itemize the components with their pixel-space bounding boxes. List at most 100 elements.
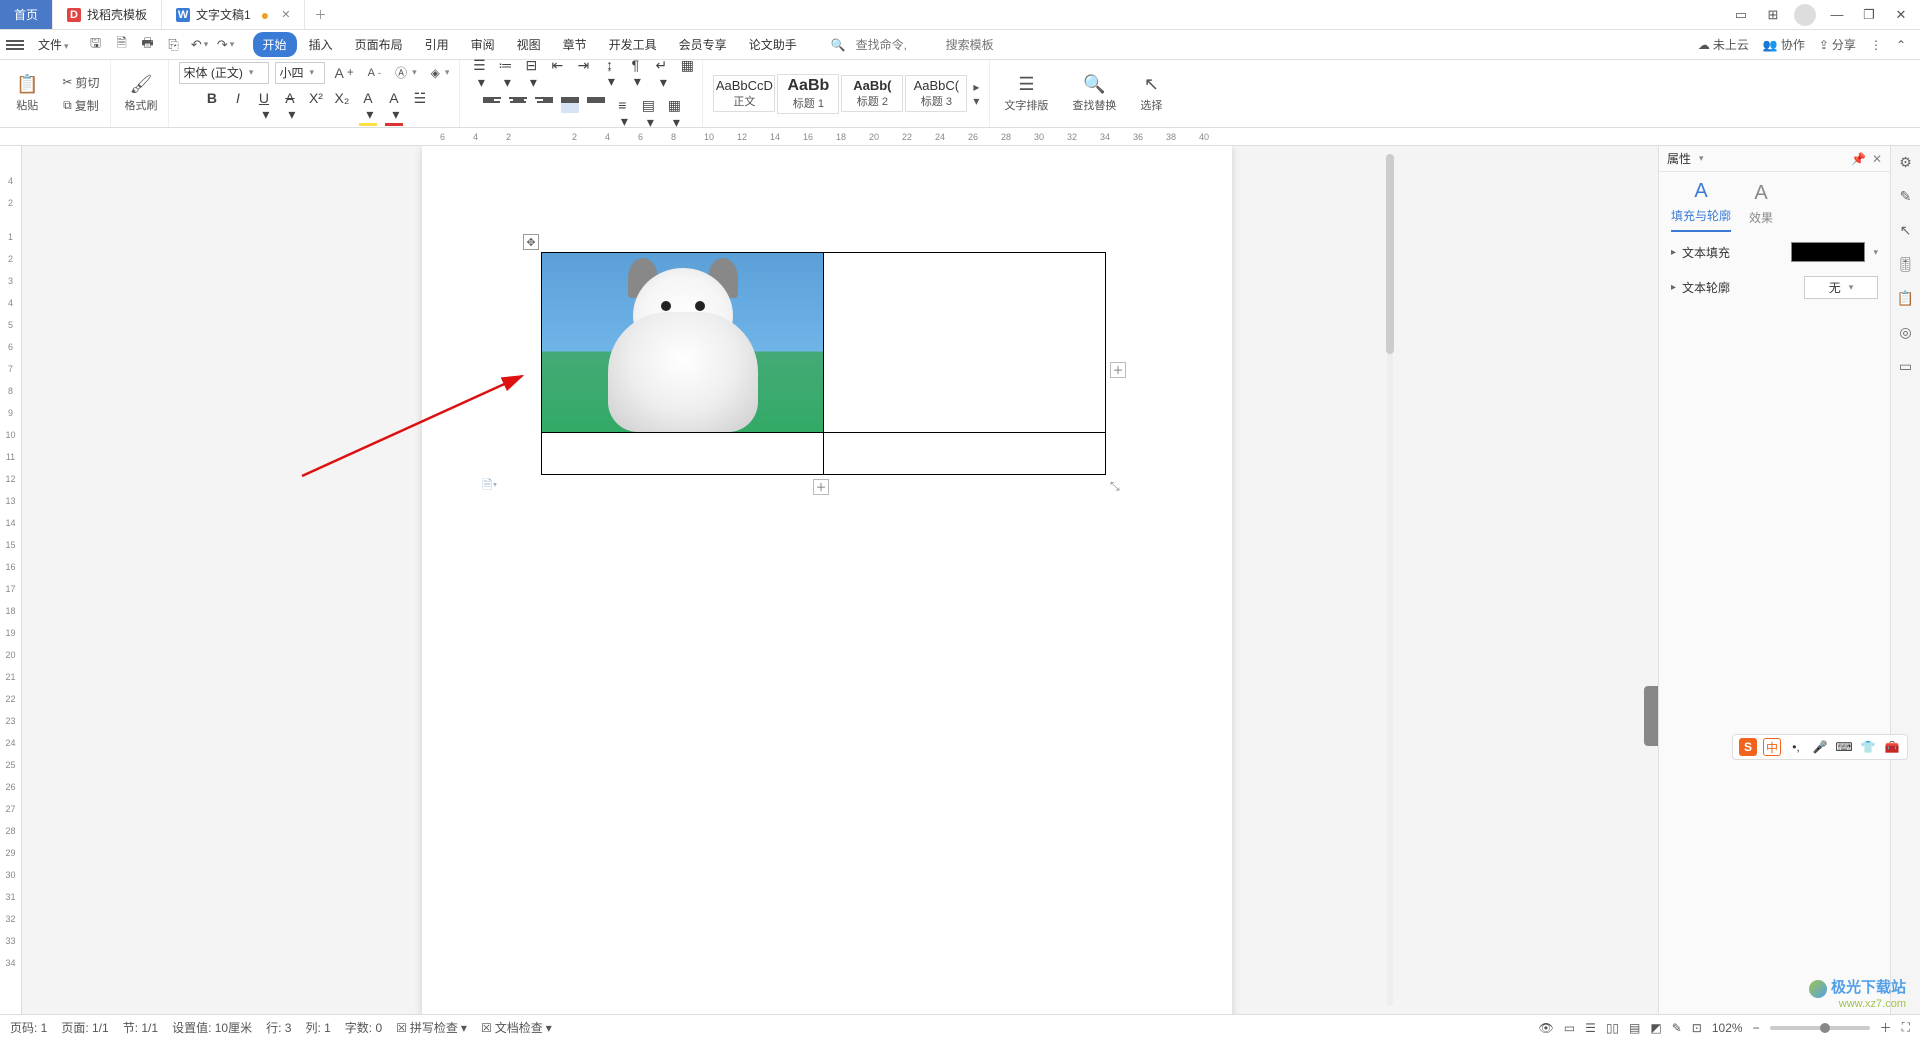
select-cursor-icon[interactable]: ↖	[1896, 220, 1916, 240]
redo-icon[interactable]: ↷▾	[217, 36, 235, 54]
phonetic-button[interactable]: ☱	[411, 90, 429, 126]
font-size-select[interactable]: 小四▾	[275, 62, 325, 84]
view-read-icon[interactable]: ▯▯	[1606, 1021, 1619, 1035]
status-col[interactable]: 列: 1	[305, 1019, 330, 1036]
show-marks-button[interactable]: ↵▾	[652, 57, 670, 91]
align-justify-button[interactable]	[561, 97, 579, 113]
ime-voice-icon[interactable]: 🎤	[1811, 738, 1829, 756]
share-button[interactable]: ⇪分享	[1819, 36, 1856, 53]
clear-format-button[interactable]: ◈▾	[427, 64, 454, 82]
minimize-button[interactable]: —	[1826, 4, 1848, 26]
multilevel-button[interactable]: ⊟▾	[522, 57, 540, 91]
settings-slider-icon[interactable]: ⚙	[1896, 152, 1916, 172]
status-indent[interactable]: 设置值: 10厘米	[172, 1019, 252, 1036]
sort-button[interactable]: ↨▾	[600, 57, 618, 91]
text-highlight-button[interactable]: A▾	[359, 90, 377, 126]
ruler-vertical[interactable]: 4212345678910111213141516171819202122232…	[0, 146, 22, 1014]
decrease-indent-button[interactable]: ⇤	[548, 57, 566, 91]
table-move-handle[interactable]: ✥	[523, 234, 539, 250]
ribbon-tab-review[interactable]: 审阅	[461, 32, 505, 57]
ruler-horizontal[interactable]: 642246810121416182022242628303234363840	[0, 128, 1920, 146]
text-outline-row[interactable]: ▸ 文本轮廓 无▾	[1671, 276, 1878, 299]
style-heading3[interactable]: AaBbC(标题 3	[905, 75, 967, 112]
italic-button[interactable]: I	[229, 90, 247, 126]
ribbon-tab-member[interactable]: 会员专享	[669, 32, 737, 57]
file-menu[interactable]: 文件▾	[32, 34, 75, 55]
zoom-slider[interactable]	[1770, 1026, 1870, 1030]
line-spacing-button[interactable]: ≡▾	[613, 97, 631, 131]
chevron-down-icon[interactable]: ▾	[1699, 153, 1704, 164]
panel-tab-effect[interactable]: A效果	[1749, 182, 1773, 232]
view-web-icon[interactable]: ▤	[1629, 1021, 1640, 1035]
close-window-button[interactable]: ✕	[1890, 4, 1912, 26]
ime-toolbox-icon[interactable]: 🧰	[1883, 738, 1901, 756]
cloud-status[interactable]: ☁未上云	[1698, 36, 1749, 53]
zoom-out-button[interactable]: −	[1753, 1021, 1760, 1035]
ribbon-tab-thesis[interactable]: 论文助手	[739, 32, 807, 57]
page-options-icon[interactable]: 🗎▾	[482, 476, 497, 498]
superscript-button[interactable]: X²	[307, 90, 325, 126]
ribbon-tab-references[interactable]: 引用	[415, 32, 459, 57]
fill-color-swatch[interactable]	[1791, 242, 1865, 262]
font-name-select[interactable]: 宋体 (正文)▾	[179, 62, 269, 84]
adjust-icon[interactable]: 🎚	[1896, 254, 1916, 274]
table-cell-2-1[interactable]	[542, 433, 824, 475]
ribbon-tab-developer[interactable]: 开发工具	[599, 32, 667, 57]
more-icon[interactable]: ⋮	[1870, 38, 1882, 52]
shading-button[interactable]: ▤▾	[639, 97, 657, 131]
ime-keyboard-icon[interactable]: ⌨	[1835, 738, 1853, 756]
pin-icon[interactable]: 📌	[1851, 152, 1866, 166]
view-outline-icon[interactable]: ☰	[1585, 1021, 1596, 1035]
ribbon-tab-insert[interactable]: 插入	[299, 32, 343, 57]
vertical-scrollbar[interactable]	[1384, 146, 1396, 1014]
bold-button[interactable]: B	[203, 90, 221, 126]
add-column-button[interactable]: ＋	[1110, 362, 1126, 378]
collab-button[interactable]: 👥协作	[1763, 36, 1805, 53]
status-line[interactable]: 行: 3	[266, 1019, 291, 1036]
fullscreen-icon[interactable]: ⛶	[1902, 1020, 1910, 1035]
style-heading1[interactable]: AaBb标题 1	[777, 74, 839, 114]
ime-punct-icon[interactable]: •,	[1787, 738, 1805, 756]
new-tab-button[interactable]: ＋	[305, 0, 335, 29]
status-section[interactable]: 节: 1/1	[123, 1019, 158, 1036]
subscript-button[interactable]: X₂	[333, 90, 351, 126]
shrink-font-button[interactable]: A-	[364, 65, 385, 81]
undo-icon[interactable]: ↶▾	[191, 36, 209, 54]
font-color-button[interactable]: A▾	[385, 90, 403, 126]
document-table[interactable]	[541, 252, 1106, 475]
apps-icon[interactable]: ⊞	[1762, 4, 1784, 26]
spellcheck-toggle[interactable]: ☒ 拼写检查 ▾	[396, 1019, 467, 1036]
pencil-icon[interactable]: ✎	[1896, 186, 1916, 206]
search-template-input[interactable]	[946, 38, 1026, 52]
align-left-button[interactable]	[483, 97, 501, 113]
ribbon-tab-start[interactable]: 开始	[253, 32, 297, 57]
table-object[interactable]: ✥	[541, 252, 1106, 475]
panel-tab-fill[interactable]: A填充与轮廓	[1671, 180, 1731, 232]
avatar[interactable]	[1794, 4, 1816, 26]
underline-button[interactable]: U▾	[255, 90, 273, 126]
tab-templates[interactable]: D 找稻壳模板	[53, 0, 162, 29]
eye-icon[interactable]: 👁	[1538, 1021, 1553, 1035]
cut-button[interactable]: ✂剪切	[58, 72, 103, 93]
hamburger-icon[interactable]	[6, 40, 24, 50]
chevron-down-icon[interactable]: ▾	[1873, 247, 1878, 258]
find-replace-button[interactable]: 🔍查找替换	[1068, 72, 1120, 115]
select-button[interactable]: ↖选择	[1136, 72, 1166, 115]
sogou-logo-icon[interactable]: S	[1739, 738, 1757, 756]
close-panel-icon[interactable]: ✕	[1872, 152, 1882, 166]
clipboard-icon[interactable]: 📋	[1896, 288, 1916, 308]
table-cell-2-2[interactable]	[824, 433, 1106, 475]
print-preview-icon[interactable]: 🗎	[113, 36, 131, 54]
ime-lang-button[interactable]: 中	[1763, 738, 1781, 756]
align-distribute-button[interactable]	[587, 97, 605, 113]
edit-pen-icon[interactable]: ✎	[1672, 1021, 1682, 1035]
expand-icon[interactable]: ▸	[1671, 247, 1676, 258]
zoom-fit-icon[interactable]: ⊡	[1692, 1021, 1702, 1035]
canvas[interactable]: ✥	[22, 146, 1658, 1014]
ime-toolbar[interactable]: S 中 •, 🎤 ⌨ 👕 🧰	[1732, 734, 1908, 760]
table-border-button[interactable]: ▦▾	[665, 97, 683, 131]
bullets-button[interactable]: ☰▾	[470, 57, 488, 91]
change-case-button[interactable]: Ⓐ▾	[391, 62, 421, 83]
numbering-button[interactable]: ≔▾	[496, 57, 514, 91]
collapse-ribbon-icon[interactable]: ⌃	[1896, 38, 1906, 52]
